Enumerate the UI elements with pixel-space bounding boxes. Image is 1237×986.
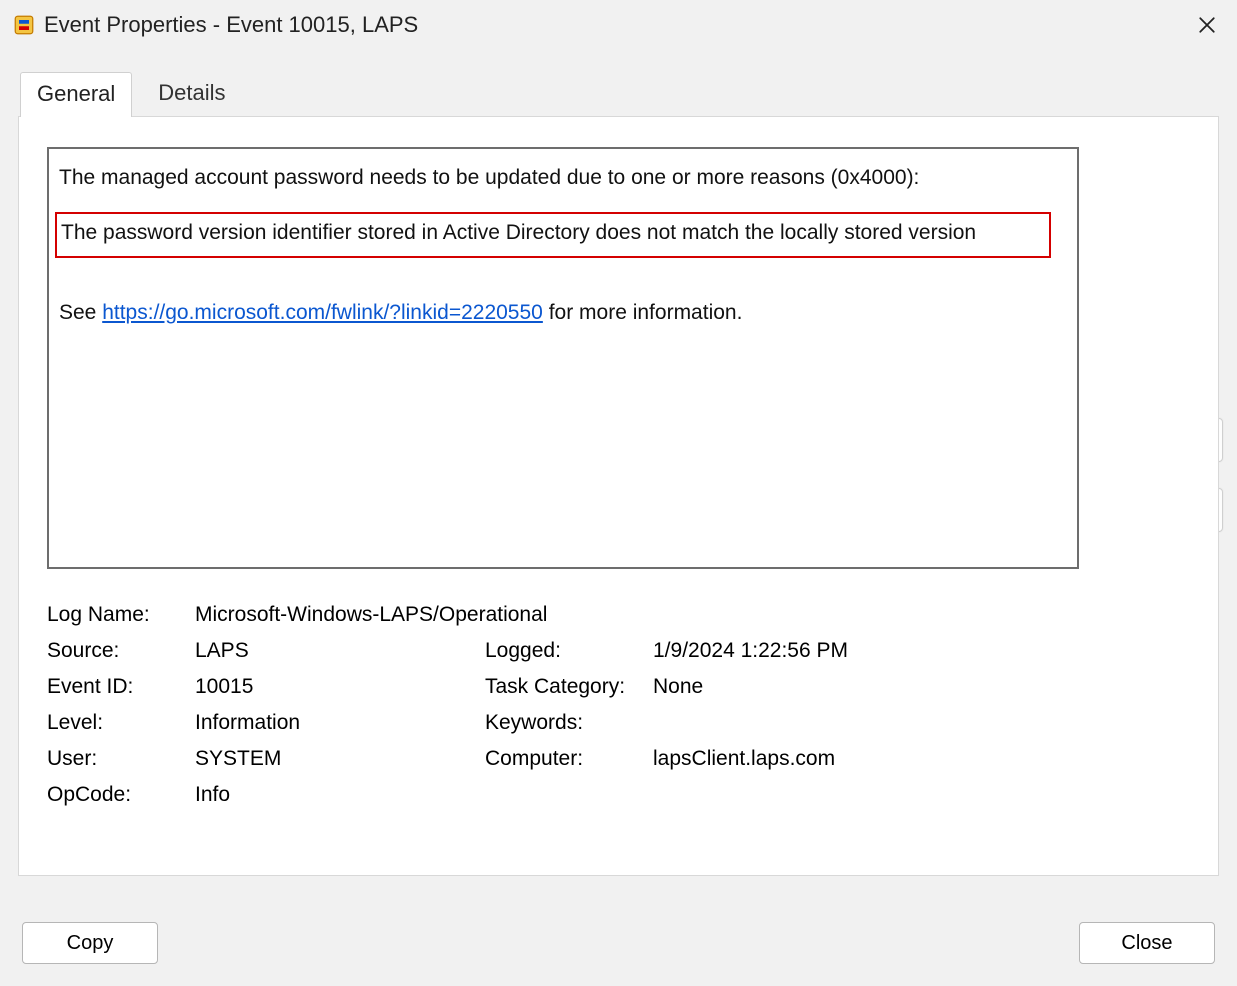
label-keywords: Keywords:	[485, 711, 653, 735]
description-highlighted-line: The password version identifier stored i…	[55, 212, 1051, 257]
more-info-link[interactable]: https://go.microsoft.com/fwlink/?linkid=…	[102, 301, 543, 324]
label-logged: Logged:	[485, 639, 653, 663]
window-title: Event Properties - Event 10015, LAPS	[44, 12, 418, 38]
dialog-footer: Copy Close	[0, 922, 1237, 964]
label-log-name: Log Name:	[47, 603, 195, 627]
label-user: User:	[47, 747, 195, 771]
value-computer: lapsClient.laps.com	[653, 747, 1190, 771]
event-viewer-icon	[14, 15, 34, 35]
see-suffix: for more information.	[543, 301, 743, 324]
value-log-name: Microsoft-Windows-LAPS/Operational	[195, 603, 547, 627]
event-properties-window: Event Properties - Event 10015, LAPS Gen…	[0, 0, 1237, 986]
value-source: LAPS	[195, 639, 485, 663]
tab-strip: General Details	[20, 72, 1237, 117]
label-event-id: Event ID:	[47, 675, 195, 699]
value-keywords	[653, 711, 1190, 735]
tab-general[interactable]: General	[20, 72, 132, 117]
value-logged: 1/9/2024 1:22:56 PM	[653, 639, 1190, 663]
description-line-1: The managed account password needs to be…	[59, 163, 1067, 192]
label-level: Level:	[47, 711, 195, 735]
label-computer: Computer:	[485, 747, 653, 771]
copy-button[interactable]: Copy	[22, 922, 158, 964]
event-description-box[interactable]: The managed account password needs to be…	[47, 147, 1079, 569]
window-close-button[interactable]	[1187, 5, 1227, 45]
tab-details[interactable]: Details	[142, 72, 241, 117]
value-task-category: None	[653, 675, 1190, 699]
label-task-category: Task Category:	[485, 675, 653, 699]
value-event-id: 10015	[195, 675, 485, 699]
value-opcode: Info	[195, 783, 485, 807]
general-panel: The managed account password needs to be…	[18, 116, 1219, 876]
value-user: SYSTEM	[195, 747, 485, 771]
event-metadata: Log Name: Microsoft-Windows-LAPS/Operati…	[47, 603, 1190, 807]
value-level: Information	[195, 711, 485, 735]
label-opcode: OpCode:	[47, 783, 195, 807]
description-more-info: See https://go.microsoft.com/fwlink/?lin…	[59, 298, 1067, 327]
see-prefix: See	[59, 301, 102, 324]
label-source: Source:	[47, 639, 195, 663]
close-button[interactable]: Close	[1079, 922, 1215, 964]
titlebar: Event Properties - Event 10015, LAPS	[0, 0, 1237, 50]
